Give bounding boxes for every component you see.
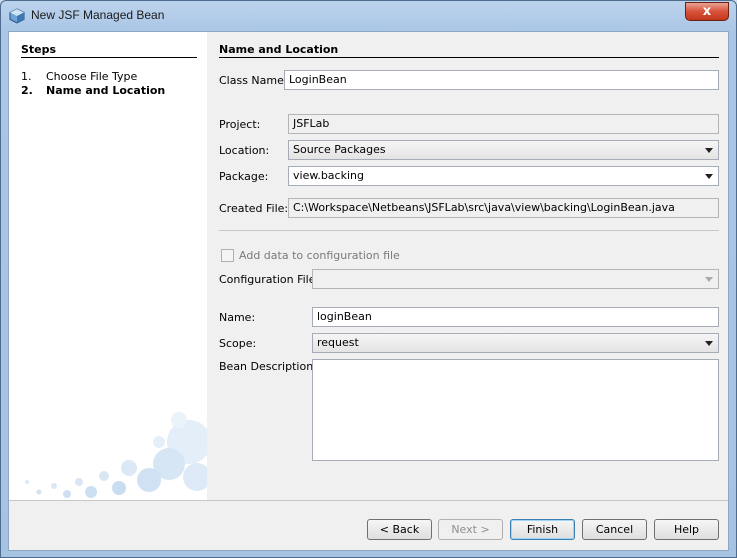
created-file-label: Created File: bbox=[219, 202, 289, 215]
chevron-down-icon bbox=[705, 277, 713, 282]
chevron-down-icon bbox=[705, 148, 713, 153]
decorative-bubbles-image bbox=[25, 412, 207, 498]
chevron-down-icon bbox=[705, 174, 713, 179]
name-label: Name: bbox=[219, 311, 256, 324]
package-combo[interactable]: view.backing bbox=[288, 166, 719, 186]
add-config-checkbox[interactable] bbox=[221, 249, 234, 262]
project-value: JSFLab bbox=[293, 117, 330, 130]
location-label: Location: bbox=[219, 144, 270, 157]
created-file-field: C:\Workspace\Netbeans\JSFLab\src\java\vi… bbox=[288, 198, 719, 218]
scope-select[interactable]: request bbox=[312, 333, 719, 353]
created-file-value: C:\Workspace\Netbeans\JSFLab\src\java\vi… bbox=[293, 201, 675, 214]
step-number: 2. bbox=[21, 84, 33, 97]
name-input[interactable]: loginBean bbox=[312, 307, 719, 327]
section-divider bbox=[219, 57, 719, 58]
window-title: New JSF Managed Bean bbox=[31, 8, 165, 22]
scope-value: request bbox=[317, 336, 359, 349]
chevron-down-icon bbox=[705, 341, 713, 346]
step-name-and-location: 2. Name and Location bbox=[21, 84, 165, 97]
next-button[interactable]: Next > bbox=[438, 519, 503, 540]
title-bar[interactable]: New JSF Managed Bean x bbox=[1, 1, 736, 31]
help-button[interactable]: Help bbox=[654, 519, 719, 540]
step-number: 1. bbox=[21, 70, 32, 83]
section-title: Name and Location bbox=[219, 43, 339, 56]
button-bar-divider bbox=[9, 500, 728, 501]
steps-panel: Steps 1. Choose File Type 2. Name and Loca… bbox=[9, 32, 207, 500]
bean-cube-icon bbox=[9, 8, 25, 24]
step-label: Name and Location bbox=[46, 84, 166, 97]
step-label: Choose File Type bbox=[46, 70, 138, 83]
back-button[interactable]: < Back bbox=[367, 519, 432, 540]
cancel-button[interactable]: Cancel bbox=[582, 519, 647, 540]
step-choose-file-type: 1. Choose File Type bbox=[21, 70, 137, 83]
location-select[interactable]: Source Packages bbox=[288, 140, 719, 160]
steps-divider bbox=[21, 57, 197, 58]
steps-title: Steps bbox=[21, 43, 57, 56]
class-name-label: Class Name: bbox=[219, 74, 288, 87]
bean-description-label: Bean Description: bbox=[219, 360, 317, 373]
package-value: view.backing bbox=[293, 169, 364, 182]
class-name-input[interactable]: LoginBean bbox=[284, 70, 719, 90]
add-config-label: Add data to configuration file bbox=[239, 249, 400, 262]
config-file-select[interactable] bbox=[312, 269, 719, 289]
form-separator bbox=[219, 230, 719, 231]
scope-label: Scope: bbox=[219, 337, 257, 350]
form-panel: Name and Location Class Name: LoginBean … bbox=[207, 32, 728, 500]
location-value: Source Packages bbox=[293, 143, 386, 156]
package-label: Package: bbox=[219, 170, 269, 183]
bean-description-textarea[interactable] bbox=[312, 359, 719, 461]
finish-button[interactable]: Finish bbox=[510, 519, 575, 540]
project-label: Project: bbox=[219, 118, 261, 131]
close-button[interactable]: x bbox=[685, 2, 729, 21]
class-name-value: LoginBean bbox=[289, 73, 347, 86]
config-file-label: Configuration File: bbox=[219, 273, 320, 286]
dialog-content: Steps 1. Choose File Type 2. Name and Loca… bbox=[8, 31, 729, 551]
dialog-window: New JSF Managed Bean x Steps 1. Choose Fi… bbox=[0, 0, 737, 558]
name-value: loginBean bbox=[317, 310, 372, 323]
project-field: JSFLab bbox=[288, 114, 719, 134]
